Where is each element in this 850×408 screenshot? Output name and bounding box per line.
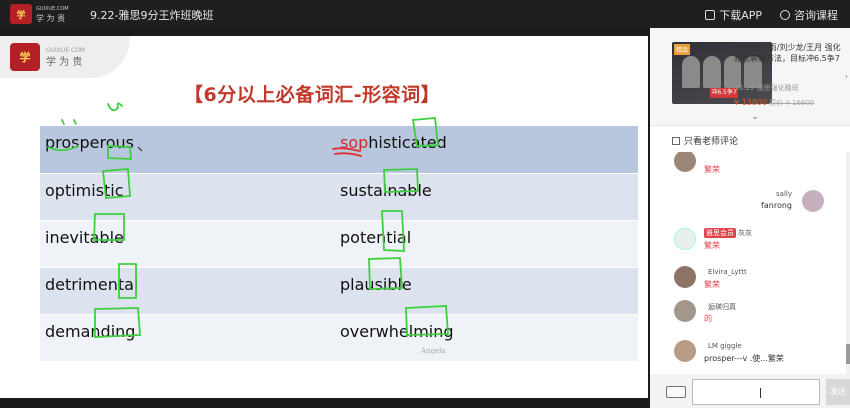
slide-logo-url: GUIXUE.COM bbox=[46, 47, 86, 54]
course-title: 9.22-雅思9分王炸班晚班 bbox=[90, 9, 214, 22]
avatar bbox=[674, 228, 696, 250]
slide-heading: 【6分以上必备词汇-形容词】 bbox=[184, 84, 441, 106]
side-panel: 精品 冲6.5争7 张强/田小雨/刘少龙/王月 强化雅思解题方法，目标冲6.5争… bbox=[650, 28, 850, 408]
vocab-right: sustainable bbox=[339, 173, 638, 221]
table-row: prosperous sophisticated bbox=[40, 126, 638, 174]
vocab-left: detrimental bbox=[40, 267, 339, 315]
table-row: demanding overwhelming bbox=[40, 314, 638, 362]
vocab-right: sophisticated bbox=[339, 126, 638, 174]
chat-scrollbar-thumb[interactable] bbox=[846, 344, 850, 364]
chat-scrollbar[interactable] bbox=[846, 152, 850, 374]
slide-logo-text: 学 为 贵 bbox=[46, 57, 83, 68]
teacher-only-filter[interactable]: 只看老师评论 bbox=[672, 134, 738, 147]
logo-text: 学 为 贵 bbox=[36, 14, 66, 23]
chat-message: 繁荣 bbox=[650, 152, 846, 178]
avatar bbox=[674, 152, 696, 172]
avatar bbox=[674, 300, 696, 322]
table-row: detrimental plausible bbox=[40, 267, 638, 315]
table-row: optimistic sustainable bbox=[40, 173, 638, 221]
logo-url: GUIXUE.COM bbox=[36, 6, 69, 12]
avatar bbox=[674, 340, 696, 362]
chat-message: sally fanrong bbox=[650, 188, 846, 218]
chat-input[interactable] bbox=[692, 379, 820, 405]
chat-list: 繁荣 sally fanrong 雅思会员 灰灰 繁荣 Elvira_Lyttt … bbox=[650, 152, 846, 374]
promo-subtitle: 10.19-雅思强化晚班 bbox=[734, 84, 799, 92]
vocab-table: prosperous sophisticated optimistic sust… bbox=[40, 126, 638, 362]
send-button[interactable]: 发送 bbox=[826, 379, 850, 405]
vocab-right: potential bbox=[339, 220, 638, 268]
vocab-left: demanding bbox=[40, 314, 339, 362]
chat-message: Elvira_Lyttt 繁荣 bbox=[650, 264, 846, 294]
filter-label: 只看老师评论 bbox=[684, 137, 739, 147]
promo-price: ¥ 13800 原价 ¥ 16800 bbox=[734, 98, 815, 107]
app-logo: 学 GUIXUE.COM 学 为 贵 bbox=[10, 3, 80, 25]
promo-title: 张强/田小雨/刘少龙/王月 强化雅思解题方法，目标冲6.5争7 bbox=[734, 43, 841, 63]
table-row: inevitable potential bbox=[40, 220, 638, 268]
video-area: 学 GUIXUE.COM 学 为 贵 【6分以上必备词汇-形容词】 prospe… bbox=[0, 28, 650, 408]
watermark: Angela bbox=[421, 347, 446, 355]
keyboard-icon[interactable] bbox=[666, 386, 686, 398]
headset-icon bbox=[780, 10, 790, 20]
course-promo-card[interactable]: 精品 冲6.5争7 张强/田小雨/刘少龙/王月 强化雅思解题方法，目标冲6.5争… bbox=[650, 28, 850, 126]
chat-message: 雅思会员 灰灰 繁荣 bbox=[650, 226, 846, 256]
avatar bbox=[802, 190, 824, 212]
logo-badge-icon: 学 bbox=[10, 4, 32, 24]
text-cursor bbox=[760, 388, 761, 398]
chat-input-bar: 发送 bbox=[650, 374, 850, 408]
consult-button[interactable]: 咨询课程 bbox=[780, 7, 838, 23]
chevron-right-icon[interactable]: › bbox=[845, 72, 848, 81]
promo-tag: 精品 bbox=[674, 44, 691, 55]
vocab-left: prosperous bbox=[40, 126, 339, 174]
chat-message: 逅瑛归真 的 bbox=[650, 300, 846, 330]
top-bar: 学 GUIXUE.COM 学 为 贵 9.22-雅思9分王炸班晚班 下载APP … bbox=[0, 0, 850, 28]
filter-checkbox[interactable] bbox=[672, 136, 680, 145]
chevron-down-icon[interactable]: ⌄ bbox=[750, 112, 760, 122]
logo-shield-icon: 学 bbox=[10, 43, 40, 71]
chat-message: LM giggle prosper---v .使...繁荣 bbox=[650, 338, 846, 372]
phone-icon bbox=[705, 10, 716, 20]
slide: 学 GUIXUE.COM 学 为 贵 【6分以上必备词汇-形容词】 prospe… bbox=[0, 36, 648, 398]
vip-badge: 雅思会员 bbox=[704, 228, 736, 238]
vocab-right: overwhelming bbox=[339, 314, 638, 362]
download-app-button[interactable]: 下载APP bbox=[705, 7, 762, 23]
vocab-right: plausible bbox=[339, 267, 638, 315]
vocab-left: inevitable bbox=[40, 220, 339, 268]
vocab-left: optimistic bbox=[40, 173, 339, 221]
avatar bbox=[674, 266, 696, 288]
slide-logo: 学 GUIXUE.COM 学 为 贵 bbox=[10, 40, 96, 74]
